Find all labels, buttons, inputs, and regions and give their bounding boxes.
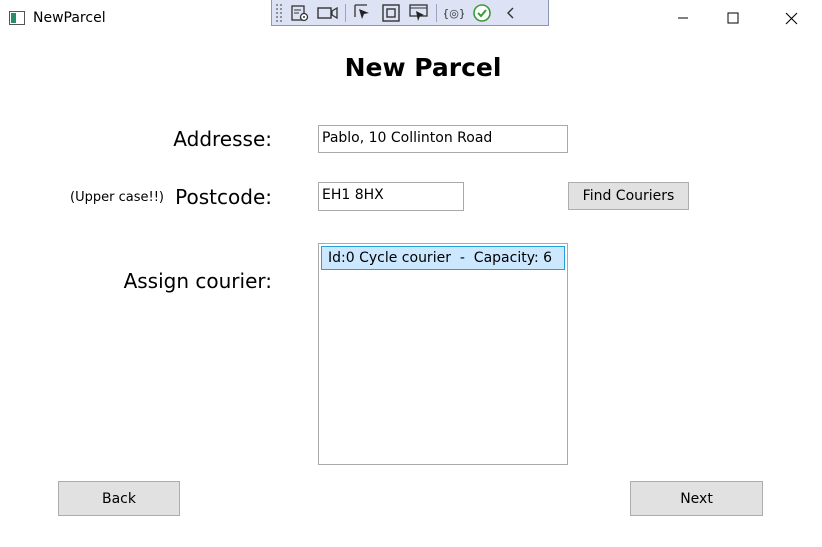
toolbar-separator xyxy=(345,3,346,22)
postcode-input[interactable]: EH1 8HX xyxy=(318,182,464,211)
toolbar-grip-handle[interactable] xyxy=(275,2,283,23)
close-icon xyxy=(785,12,797,24)
binding-failures-icon[interactable]: {◎} xyxy=(443,2,465,24)
app-window-icon xyxy=(9,11,25,25)
list-item[interactable]: Id:0 Cycle courier - Capacity: 6 xyxy=(321,246,565,270)
track-focus-icon[interactable] xyxy=(317,2,339,24)
courier-listbox[interactable]: Id:0 Cycle courier - Capacity: 6 xyxy=(318,243,568,465)
postcode-label: Postcode: xyxy=(175,185,272,209)
next-button[interactable]: Next xyxy=(630,481,763,516)
debug-toolbar: {◎} xyxy=(271,0,549,26)
page-title: New Parcel xyxy=(344,53,502,82)
minimize-button[interactable] xyxy=(660,0,706,36)
display-layout-adorners-icon[interactable] xyxy=(380,2,402,24)
svg-text:{◎}: {◎} xyxy=(444,7,464,20)
window-title: NewParcel xyxy=(33,10,106,26)
live-visual-tree-icon[interactable] xyxy=(289,2,311,24)
close-button[interactable] xyxy=(768,0,814,36)
collapse-toolbar-icon[interactable] xyxy=(499,2,521,24)
hot-reload-status-icon[interactable] xyxy=(471,2,493,24)
maximize-button[interactable] xyxy=(710,0,756,36)
select-element-icon[interactable] xyxy=(352,2,374,24)
preview-selection-icon[interactable] xyxy=(408,2,430,24)
assign-courier-label: Assign courier: xyxy=(123,269,272,293)
find-couriers-button[interactable]: Find Couriers xyxy=(568,182,689,210)
address-input[interactable]: Pablo, 10 Collinton Road xyxy=(318,125,568,153)
minimize-icon xyxy=(678,17,688,19)
address-label: Addresse: xyxy=(173,127,272,151)
toolbar-separator xyxy=(436,3,437,22)
back-button[interactable]: Back xyxy=(58,481,180,516)
postcode-hint: (Upper case!!) xyxy=(70,190,164,205)
maximize-icon xyxy=(727,12,739,24)
